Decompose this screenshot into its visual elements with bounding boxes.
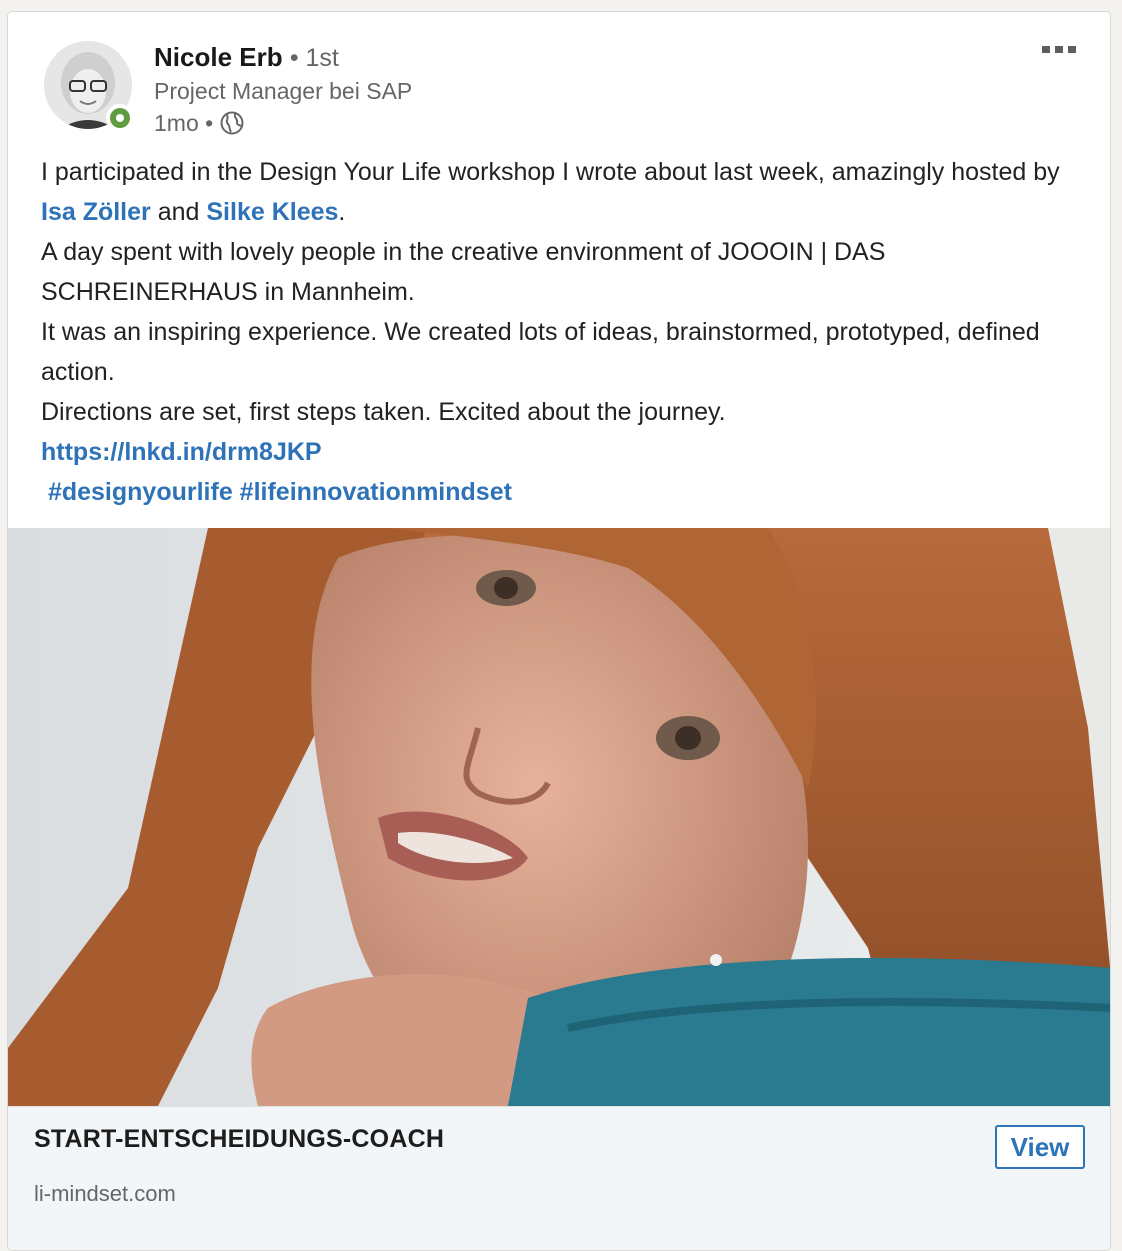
link-preview-image[interactable] [8, 528, 1110, 1106]
author-headline: Project Manager bei SAP [154, 78, 413, 104]
post-time: 1mo • [154, 110, 214, 136]
hashtag-designyourlife[interactable]: #designyourlife [48, 478, 233, 506]
post-paragraph-1: I participated in the Design Your Life w… [41, 158, 1060, 226]
mention-silke-klees[interactable]: Silke Klees [206, 198, 338, 226]
link-preview-footer[interactable]: START-ENTSCHEIDUNGS-COACH li-mindset.com… [8, 1106, 1110, 1250]
post-meta: 1mo • [154, 108, 245, 138]
mention-isa-zoller[interactable]: Isa Zöller [41, 198, 151, 226]
post-paragraph-2: A day spent with lovely people in the cr… [41, 238, 886, 306]
link-preview-title[interactable]: START-ENTSCHEIDUNGS-COACH [34, 1125, 444, 1154]
more-options-icon[interactable] [1042, 46, 1076, 53]
post-short-link[interactable]: https://lnkd.in/drm8JKP [41, 438, 322, 466]
post-paragraph-4: Directions are set, first steps taken. E… [41, 398, 726, 426]
portrait-photo [8, 528, 1110, 1106]
post-paragraph-3: It was an inspiring experience. We creat… [41, 318, 1040, 386]
post-text: I participated in the Design Your Life w… [41, 152, 1081, 512]
link-preview-domain: li-mindset.com [34, 1181, 176, 1206]
hashtag-lifeinnovationmindset[interactable]: #lifeinnovationmindset [240, 478, 512, 506]
author-name-row: Nicole Erb • 1st [154, 41, 339, 74]
online-status-indicator [106, 104, 133, 131]
globe-icon [220, 111, 244, 135]
view-button[interactable]: View [995, 1125, 1085, 1169]
connection-degree: • 1st [289, 44, 339, 72]
author-name[interactable]: Nicole Erb [154, 42, 283, 72]
feed-post-card: Nicole Erb • 1st Project Manager bei SAP… [7, 11, 1111, 1251]
